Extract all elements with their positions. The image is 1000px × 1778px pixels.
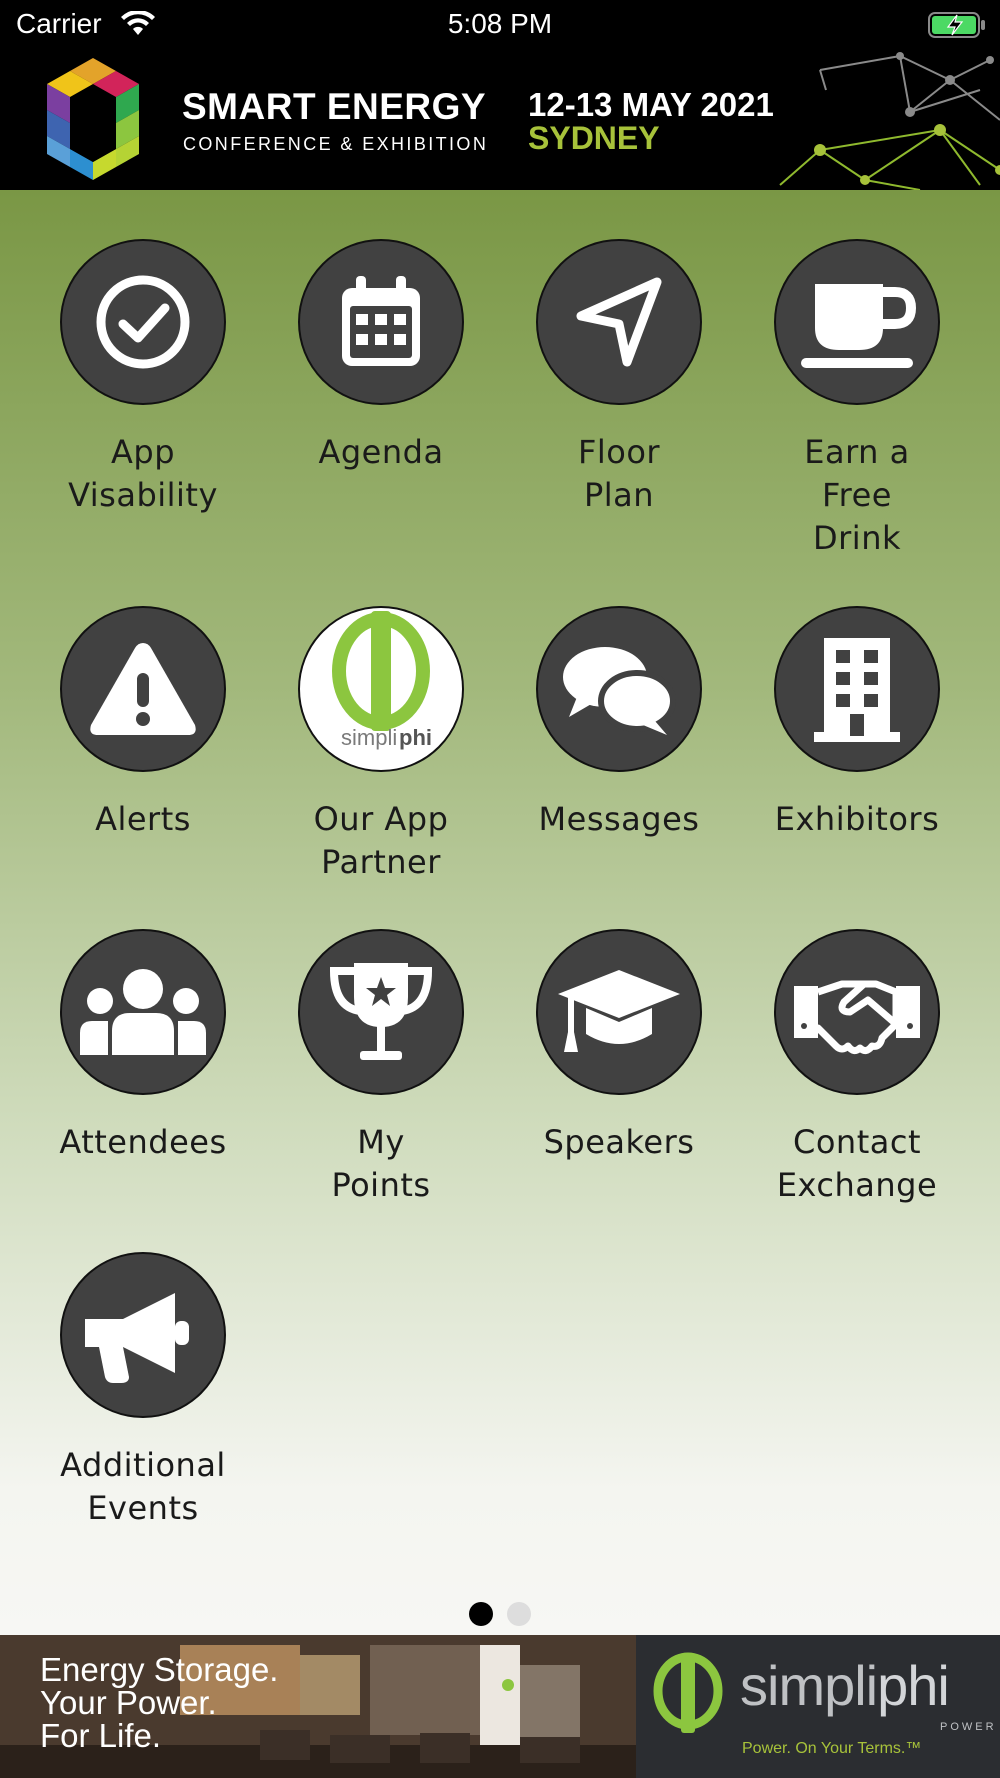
tile-my-points[interactable]: My Points xyxy=(262,929,500,1207)
home-grid: App Visability Agenda Floor Plan Earn a … xyxy=(0,190,1000,1635)
tile-label: App Visability xyxy=(68,433,218,514)
tile-circle[interactable]: simpli phi xyxy=(298,606,464,772)
ad-brand-name: simpliphi xyxy=(740,1653,950,1718)
tile-circle[interactable] xyxy=(60,1252,226,1418)
navigation-arrow-icon xyxy=(576,277,662,367)
ad-slogan: Power. On Your Terms.™ xyxy=(742,1740,922,1757)
tile-label: Exhibitors xyxy=(774,800,940,838)
tile-circle[interactable] xyxy=(536,929,702,1095)
banner-subtitle: CONFERENCE & EXHIBITION xyxy=(183,134,489,154)
tile-circle[interactable] xyxy=(60,239,226,405)
svg-text:phi: phi xyxy=(399,725,432,750)
network-graphic-icon xyxy=(779,52,1000,190)
tile-label: Earn a Free Drink xyxy=(804,433,910,557)
tile-app-visability[interactable]: App Visability xyxy=(24,239,262,517)
tile-label: Contact Exchange xyxy=(776,1123,938,1204)
tile-circle[interactable] xyxy=(60,929,226,1095)
tile-earn-free-drink[interactable]: Earn a Free Drink xyxy=(738,239,976,560)
group-icon xyxy=(80,969,206,1055)
page-indicator[interactable] xyxy=(0,1602,1000,1626)
coffee-cup-icon xyxy=(801,284,917,368)
status-bar: Carrier 5:08 PM xyxy=(0,0,1000,50)
tile-label: Additional Events xyxy=(60,1446,226,1527)
status-time: 5:08 PM xyxy=(447,8,553,39)
banner-title: SMART ENERGY xyxy=(182,86,487,127)
handshake-icon xyxy=(794,980,920,1055)
ad-brand-phi: phi xyxy=(877,1654,950,1717)
event-banner: SMART ENERGY CONFERENCE & EXHIBITION 12-… xyxy=(0,50,1000,190)
building-icon xyxy=(814,638,900,742)
ad-brand-simpli: simpli xyxy=(740,1654,878,1717)
graduation-cap-icon xyxy=(558,970,680,1052)
ad-tagline: Energy Storage. Your Power. For Life. xyxy=(40,1651,279,1754)
tile-circle[interactable] xyxy=(536,239,702,405)
simpliphi-phi-icon xyxy=(653,1652,723,1733)
svg-text:simpli: simpli xyxy=(341,725,397,750)
tile-agenda[interactable]: Agenda xyxy=(262,239,500,474)
warning-icon xyxy=(90,643,196,735)
tile-our-app-partner[interactable]: simpli phi Our App Partner xyxy=(262,606,500,884)
tile-circle[interactable] xyxy=(536,606,702,772)
tile-contact-exchange[interactable]: Contact Exchange xyxy=(738,929,976,1207)
tile-additional-events[interactable]: Additional Events xyxy=(24,1252,262,1530)
tile-floor-plan[interactable]: Floor Plan xyxy=(500,239,738,517)
tile-attendees[interactable]: Attendees xyxy=(24,929,262,1164)
tile-circle[interactable] xyxy=(774,606,940,772)
page-dot-active[interactable] xyxy=(469,1602,493,1626)
tile-alerts[interactable]: Alerts xyxy=(24,606,262,841)
banner-city: SYDNEY xyxy=(528,120,660,156)
tile-circle[interactable] xyxy=(298,929,464,1095)
tile-speakers[interactable]: Speakers xyxy=(500,929,738,1164)
tile-messages[interactable]: Messages xyxy=(500,606,738,841)
tile-exhibitors[interactable]: Exhibitors xyxy=(738,606,976,841)
page-dot[interactable] xyxy=(507,1602,531,1626)
tile-circle[interactable] xyxy=(60,606,226,772)
megaphone-icon xyxy=(85,1293,189,1383)
tile-label: Messages xyxy=(538,800,700,838)
simpliphi-logo-icon: simpli phi xyxy=(332,611,432,750)
battery-charging-icon xyxy=(928,12,985,38)
tile-circle[interactable] xyxy=(298,239,464,405)
tile-label: Our App Partner xyxy=(313,800,449,881)
sponsor-banner-ad[interactable]: Energy Storage. Your Power. For Life. si… xyxy=(0,1635,1000,1778)
event-logo-icon xyxy=(47,58,139,180)
calendar-icon xyxy=(342,276,420,366)
check-circle-icon xyxy=(96,275,190,369)
tile-label: Speakers xyxy=(543,1123,695,1161)
chat-bubbles-icon xyxy=(563,647,676,735)
tile-circle[interactable] xyxy=(774,929,940,1095)
tile-label: My Points xyxy=(331,1123,431,1204)
trophy-icon xyxy=(329,963,433,1060)
tile-circle[interactable] xyxy=(774,239,940,405)
ad-brand-power: POWER xyxy=(940,1721,997,1733)
tile-label: Attendees xyxy=(59,1123,227,1161)
tile-label: Floor Plan xyxy=(577,433,661,514)
banner-date: 12-13 MAY 2021 xyxy=(528,86,774,123)
tile-label: Agenda xyxy=(318,433,444,471)
tile-label: Alerts xyxy=(95,800,191,838)
